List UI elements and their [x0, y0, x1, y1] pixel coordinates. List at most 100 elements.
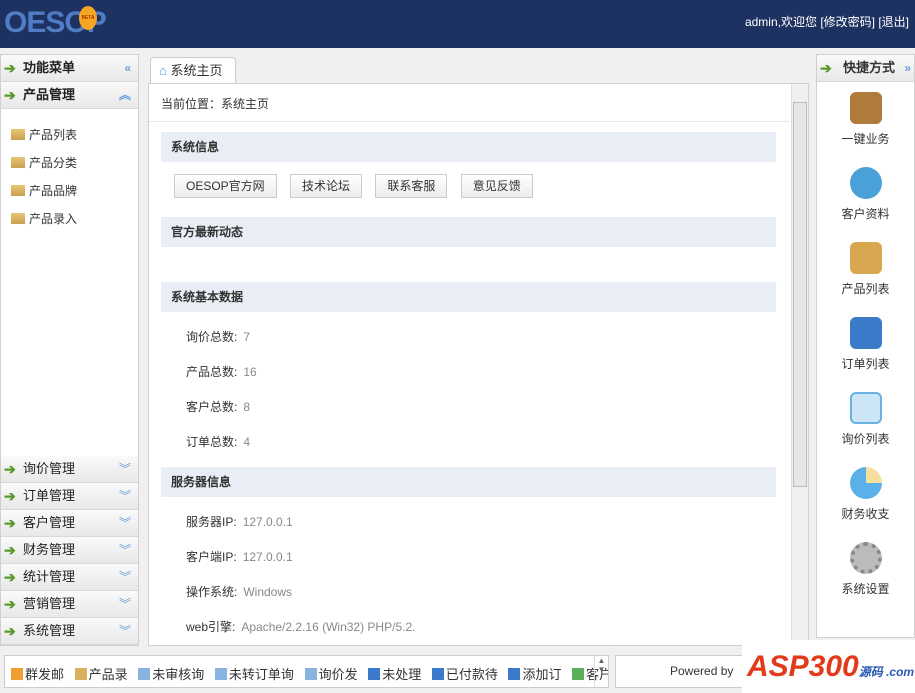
change-password-link[interactable]: [修改密码] — [820, 15, 875, 29]
shortcut-settings[interactable]: 系统设置 — [817, 532, 914, 607]
server-row: 操作系统: Windows — [149, 575, 808, 610]
sidebar-group[interactable]: ➔ 统计管理 ︾ — [1, 564, 138, 591]
sidebar-item[interactable]: 产品录入 — [1, 205, 138, 233]
stat-label: 询价总数: — [186, 330, 238, 344]
server-row: 客户端IP: 127.0.0.1 — [149, 540, 808, 575]
section-title: 系统信息 — [161, 132, 776, 162]
arrow-right-icon: ➔ — [4, 87, 16, 103]
shortcut-inquiries[interactable]: 询价列表 — [817, 382, 914, 457]
server-label: 服务器IP: — [186, 515, 237, 529]
folder-icon — [11, 129, 25, 140]
shortcut-orders[interactable]: 订单列表 — [817, 307, 914, 382]
chat-bubble-icon — [849, 392, 882, 424]
expand-icon[interactable]: » — [904, 55, 911, 81]
sidebar-group-product[interactable]: ➔ 产品管理 ︽ — [1, 82, 138, 109]
stat-row: 询价总数: 7 — [149, 320, 808, 355]
bar-item[interactable]: 未审核询 — [138, 667, 204, 682]
watermark-sub: 源码 .com — [858, 665, 915, 679]
tab-home[interactable]: ⌂ 系统主页 — [150, 57, 236, 84]
cart-icon — [849, 317, 882, 349]
sidebar-group[interactable]: ➔ 客户管理 ︾ — [1, 510, 138, 537]
cart-icon — [431, 668, 444, 680]
arrow-right-icon: ➔ — [4, 461, 16, 477]
stat-label: 产品总数: — [186, 365, 238, 379]
gear-icon — [849, 542, 882, 574]
bar-item[interactable]: 群发邮 — [11, 667, 64, 682]
arrow-right-icon: ➔ — [4, 488, 16, 504]
feedback-button[interactable]: 意见反馈 — [460, 174, 533, 198]
main-content: 当前位置：系统主页 系统信息 OESOP官方网 技术论坛 联系客服 意见反馈 官… — [148, 83, 809, 646]
server-row: 服务器IP: 127.0.0.1 — [149, 505, 808, 540]
chat-icon — [138, 668, 151, 680]
notification-bar: 群发邮 产品录 未审核询 未转订单询 询价发 未处理 已付款待 添加订 客户录 … — [4, 655, 609, 688]
server-label: 客户端IP: — [186, 550, 237, 564]
shortcut-label: 财务收支 — [841, 507, 890, 521]
stat-label: 客户总数: — [186, 400, 238, 414]
chat-icon — [304, 668, 317, 680]
sidebar-group[interactable]: ➔ 财务管理 ︾ — [1, 537, 138, 564]
server-row: web引擎: Apache/2.2.16 (Win32) PHP/5.2. — [149, 610, 808, 645]
vertical-scrollbar[interactable] — [791, 84, 808, 645]
contact-support-button[interactable]: 联系客服 — [375, 174, 448, 198]
sidebar-item[interactable]: 产品分类 — [1, 149, 138, 177]
menu-header[interactable]: ➔ 功能菜单 « — [1, 55, 138, 82]
section-title: 系统基本数据 — [161, 282, 776, 312]
stat-value: 16 — [243, 365, 257, 379]
arrow-right-icon: ➔ — [820, 60, 832, 76]
sidebar-group[interactable]: ➔ 系统管理 ︾ — [1, 618, 138, 645]
group-label: 订单管理 — [23, 488, 76, 503]
server-label: web引擎: — [186, 620, 236, 634]
bar-label: 未处理 — [382, 667, 422, 682]
official-site-button[interactable]: OESOP官方网 — [174, 174, 277, 198]
pie-chart-icon — [849, 467, 882, 499]
sidebar-group[interactable]: ➔ 营销管理 ︾ — [1, 591, 138, 618]
bar-item[interactable]: 未处理 — [368, 667, 421, 682]
item-label: 产品分类 — [29, 156, 78, 170]
bar-item[interactable]: 产品录 — [74, 667, 128, 682]
shortcut-quick-business[interactable]: 一键业务 — [817, 82, 914, 157]
item-label: 产品列表 — [29, 128, 78, 142]
chevron-down-icon: ︾ — [118, 489, 131, 503]
section-title: 官方最新动态 — [161, 217, 776, 247]
stat-row: 订单总数: 4 — [149, 425, 808, 460]
arrow-right-icon: ➔ — [4, 515, 16, 531]
cart-icon — [508, 668, 521, 680]
bar-item[interactable]: 添加订 — [508, 667, 562, 682]
item-label: 产品品牌 — [29, 184, 78, 198]
sidebar-item[interactable]: 产品列表 — [1, 121, 138, 149]
folder-icon — [11, 185, 25, 196]
scrollbar-thumb[interactable] — [793, 102, 807, 487]
beta-badge: BETA — [79, 6, 97, 30]
bar-item[interactable]: 询价发 — [304, 667, 358, 682]
bar-item[interactable]: 已付款待 — [431, 667, 498, 682]
bar-scrollbar[interactable]: ▲ ▼ — [594, 656, 608, 687]
folder-icon — [11, 213, 25, 224]
watermark-text: ASP300 — [747, 650, 859, 683]
home-icon: ⌂ — [159, 63, 167, 78]
shortcut-finance[interactable]: 财务收支 — [817, 457, 914, 532]
shortcut-title: 快捷方式 — [843, 60, 896, 75]
sidebar-group[interactable]: ➔ 订单管理 ︾ — [1, 483, 138, 510]
forum-button[interactable]: 技术论坛 — [290, 174, 363, 198]
shortcut-customers[interactable]: 客户资料 — [817, 157, 914, 232]
arrow-right-icon: ➔ — [4, 60, 16, 76]
chevron-down-icon: ︾ — [118, 543, 131, 557]
bar-label: 产品录 — [88, 667, 128, 682]
bar-label: 添加订 — [522, 667, 562, 682]
box-icon — [849, 242, 882, 274]
group-label: 产品管理 — [23, 87, 76, 102]
shortcut-header[interactable]: ➔ 快捷方式 » — [817, 55, 914, 82]
folder-icon — [11, 157, 25, 168]
shortcut-products[interactable]: 产品列表 — [817, 232, 914, 307]
logout-link[interactable]: [退出] — [878, 15, 909, 29]
collapse-left-icon[interactable]: « — [124, 55, 131, 81]
speaker-icon — [11, 668, 23, 680]
stat-value: 8 — [243, 400, 251, 414]
left-sidebar: ➔ 功能菜单 « ➔ 产品管理 ︽ 产品列表 产品分类 产品品牌 产品录入 ➔ 询价管理 ︾… — [0, 54, 139, 646]
stat-label: 订单总数: — [186, 435, 238, 449]
bar-item[interactable]: 未转订单询 — [214, 667, 294, 682]
sidebar-item[interactable]: 产品品牌 — [1, 177, 138, 205]
sidebar-group[interactable]: ➔ 询价管理 ︾ — [1, 456, 138, 483]
breadcrumb: 当前位置：系统主页 — [149, 84, 789, 122]
group-label: 财务管理 — [23, 542, 76, 557]
